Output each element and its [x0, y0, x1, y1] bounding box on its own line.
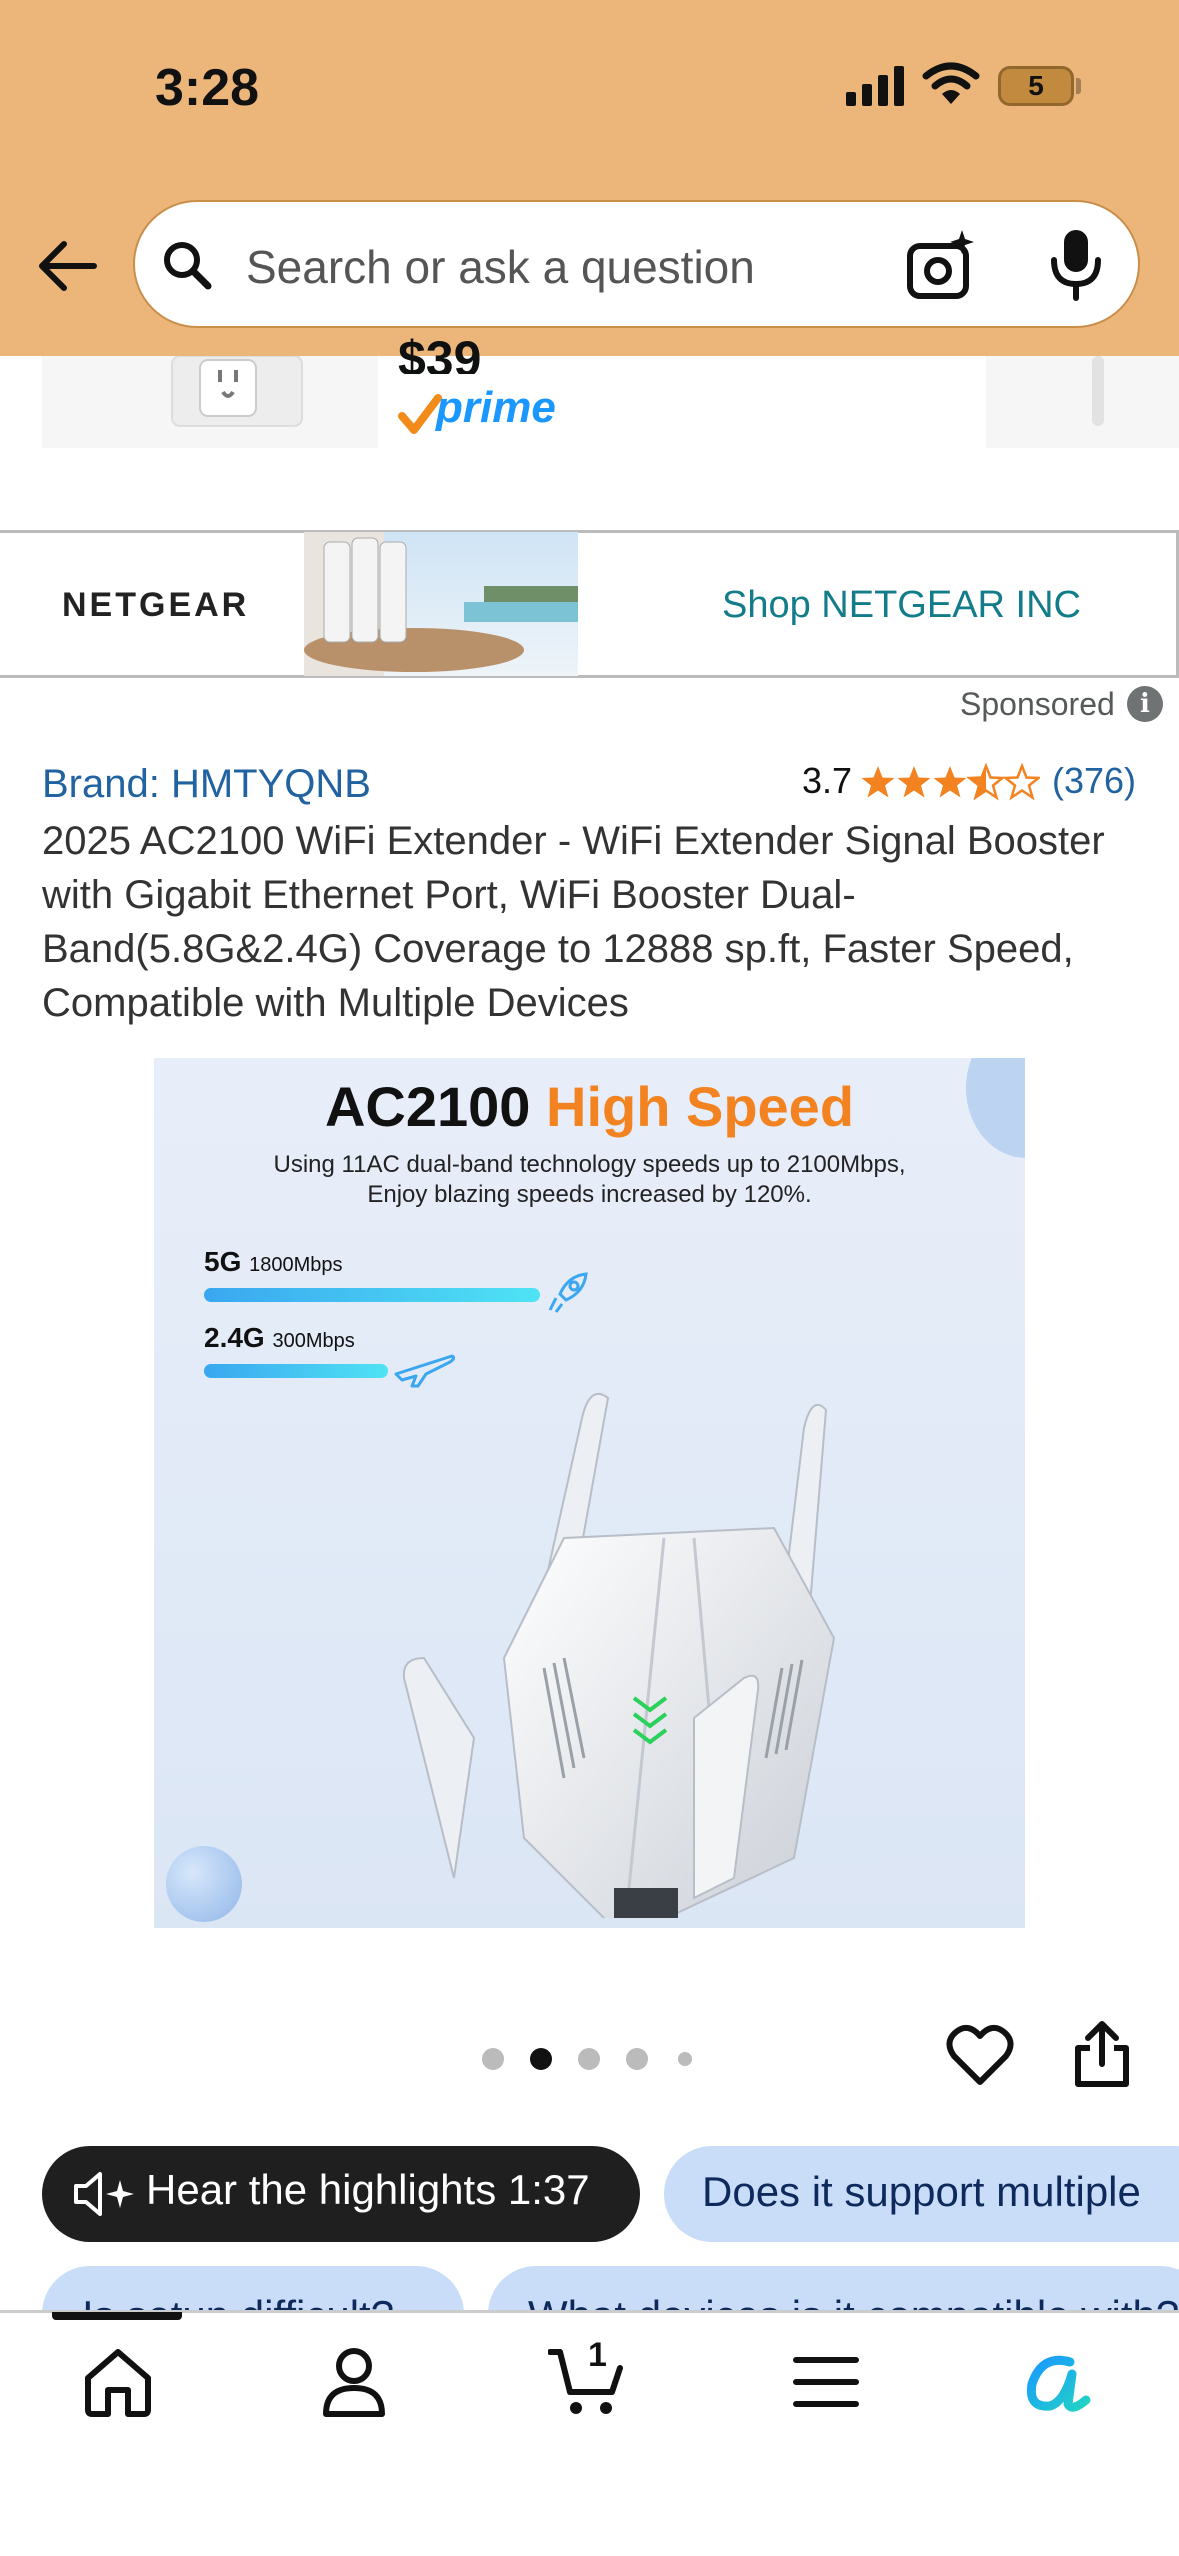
image-subtitle-line: Enjoy blazing speeds increased by 120%. — [367, 1181, 812, 1208]
headline-main: AC2100 — [324, 1075, 546, 1138]
band-5g: 5G — [204, 1246, 242, 1277]
product-edge-image — [1092, 356, 1104, 426]
battery-icon: 5 — [998, 66, 1074, 106]
carousel-dot[interactable] — [626, 2048, 648, 2070]
home-icon[interactable] — [80, 2344, 156, 2420]
band-24g-bar — [204, 1364, 388, 1378]
headline-highlight: High Speed — [546, 1075, 855, 1138]
brand-link[interactable]: Brand: HMTYQNB — [42, 762, 371, 807]
band-24g: 2.4G — [204, 1322, 265, 1353]
brand-logo: NETGEAR — [62, 586, 250, 624]
cellular-signal-icon — [846, 64, 908, 106]
hear-highlights-label: Hear the highlights 1:37 — [146, 2166, 590, 2213]
status-time: 3:28 — [155, 59, 260, 117]
rufus-icon[interactable] — [1020, 2344, 1096, 2420]
account-icon[interactable] — [316, 2344, 392, 2420]
rating-value: 3.7 — [802, 760, 853, 801]
image-headline: AC2100 High Speed — [154, 1074, 1025, 1139]
image-subtitle-line: Using 11AC dual-band technology speeds u… — [273, 1151, 906, 1178]
active-tab-indicator — [52, 2312, 182, 2320]
band-24g-label: 2.4G 300Mbps — [204, 1322, 355, 1354]
outlet-image — [171, 355, 303, 427]
search-input[interactable]: Search or ask a question — [246, 240, 755, 294]
product-title: 2025 AC2100 WiFi Extender - WiFi Extende… — [42, 819, 1105, 1025]
heart-icon[interactable] — [946, 2024, 1014, 2088]
banner-image — [304, 532, 578, 676]
product-price: $39 — [398, 331, 482, 374]
cart-icon[interactable] — [548, 2344, 624, 2420]
microphone-icon[interactable] — [1044, 226, 1108, 302]
camera-search-icon[interactable] — [904, 228, 980, 304]
product-thumbnail[interactable] — [42, 355, 378, 448]
band-5g-label: 5G 1800Mbps — [204, 1246, 343, 1278]
decorative-bubble — [166, 1846, 242, 1922]
carousel-dot[interactable] — [578, 2048, 600, 2070]
question-chip-label: Does it support multiple — [702, 2168, 1141, 2215]
wifi-extender-image — [402, 1393, 836, 1918]
search-icon — [164, 242, 212, 290]
menu-icon[interactable] — [788, 2344, 864, 2420]
info-icon[interactable]: i — [1127, 686, 1163, 722]
back-arrow-icon[interactable] — [34, 232, 102, 300]
product-image[interactable]: AC2100 High Speed Using 11AC dual-band t… — [154, 1058, 1025, 1928]
share-icon[interactable] — [1070, 2020, 1134, 2090]
shop-brand-link[interactable]: Shop NETGEAR INC — [722, 584, 1081, 627]
prime-badge: prime — [436, 383, 556, 432]
review-count-link[interactable]: (376) — [1052, 760, 1136, 802]
carousel-dot[interactable] — [482, 2048, 504, 2070]
cart-count: 1 — [588, 2336, 607, 2374]
speaker-sparkle-icon — [74, 2172, 134, 2216]
star-rating-icon[interactable] — [860, 762, 1040, 802]
carousel-dot[interactable] — [678, 2052, 692, 2066]
battery-level: 5 — [1028, 70, 1044, 101]
product-thumbnail[interactable] — [986, 356, 1179, 448]
band-24g-speed: 300Mbps — [272, 1330, 355, 1352]
band-5g-speed: 1800Mbps — [249, 1254, 343, 1276]
battery-nub — [1076, 78, 1081, 94]
wifi-icon — [922, 62, 980, 104]
image-subtitle: Using 11AC dual-band technology speeds u… — [154, 1150, 1025, 1210]
carousel-dot-active[interactable] — [530, 2048, 552, 2070]
sponsored-label: Sponsored — [960, 686, 1115, 722]
